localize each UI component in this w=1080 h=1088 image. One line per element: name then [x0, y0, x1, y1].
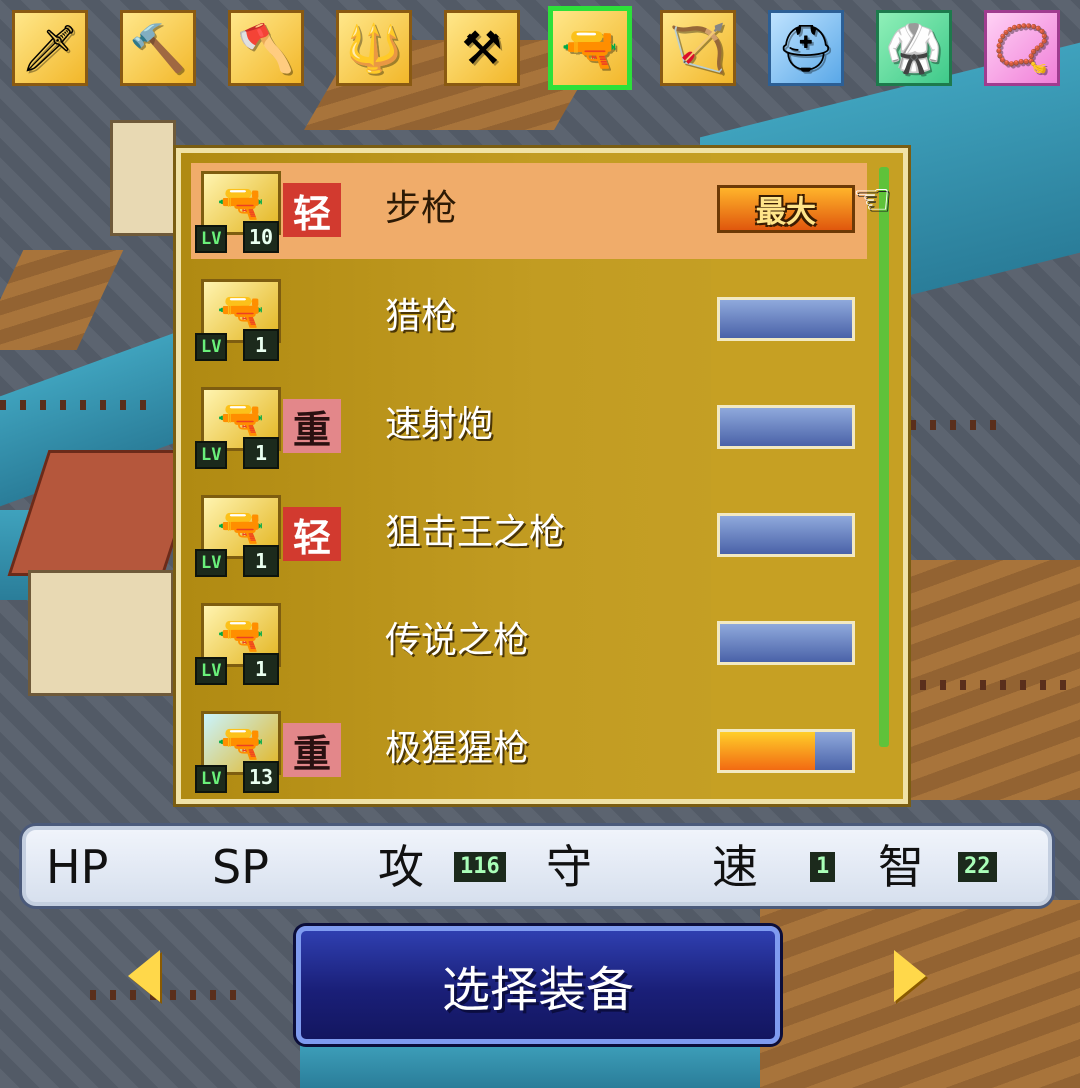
weight-tag: 轻 [283, 507, 341, 561]
tab-3[interactable]: 🔱 [336, 10, 412, 86]
hp-label: HP [46, 840, 109, 894]
level-value: 10 [243, 221, 279, 253]
armor-icon: 🥋 [885, 21, 943, 75]
weight-tag: 重 [283, 399, 341, 453]
tab-8[interactable]: 🥋 [876, 10, 952, 86]
item-name: 极猩猩枪 [385, 728, 530, 769]
weight-tag: 轻 [283, 183, 341, 237]
equipment-row[interactable]: 🔫 LV 1 轻 狙击王之枪 [191, 487, 867, 583]
select-equipment-label: 选择装备 [441, 962, 634, 1018]
sword-icon: 🗡 [20, 21, 80, 75]
level-value: 1 [243, 437, 279, 469]
tab-0[interactable]: 🗡 [12, 10, 88, 86]
level-value: 1 [243, 545, 279, 577]
experience-bar [717, 729, 855, 773]
helmet-icon: ⛑ [776, 21, 836, 75]
equipment-row[interactable]: 🔫 LV 10 轻 步枪 最大 [191, 163, 867, 259]
weight-tag: 重 [283, 723, 341, 777]
select-equipment-button[interactable]: 选择装备 [296, 926, 780, 1044]
level-label: LV [195, 657, 228, 685]
tab-9[interactable]: 📿 [984, 10, 1060, 86]
hammer-icon: ⚒ [461, 21, 503, 75]
item-name: 狙击王之枪 [385, 512, 566, 553]
level-label: LV [195, 549, 228, 577]
equipment-row[interactable]: 🔫 LV 1 重 速射炮 [191, 379, 867, 475]
max-badge: 最大 [717, 185, 855, 233]
equipment-row[interactable]: 🔫 LV 13 重 极猩猩枪 [191, 703, 867, 799]
experience-bar [717, 297, 855, 341]
previous-arrow-icon[interactable] [128, 950, 160, 1002]
max-label: 最大 [756, 195, 816, 230]
bow-icon: 🏹 [669, 21, 727, 75]
intelligence-value: 22 [958, 852, 997, 882]
level-value: 1 [243, 653, 279, 685]
attack-value: 116 [454, 852, 506, 882]
gun-icon: 🔫 [561, 21, 619, 75]
tab-1[interactable]: 🔨 [120, 10, 196, 86]
tab-6[interactable]: 🏹 [660, 10, 736, 86]
level-label: LV [195, 441, 228, 469]
defense-label: 守 [546, 840, 592, 894]
mace-icon: 🔨 [129, 21, 187, 75]
experience-bar [717, 405, 855, 449]
stats-bar: HP SP 攻 116 守 速 1 智 22 [22, 826, 1052, 906]
equipment-list-panel: 🔫 LV 10 轻 步枪 最大 🔫 LV 1 猎枪 🔫 LV 1 重 速射炮 🔫… [173, 145, 911, 807]
level-value: 13 [243, 761, 279, 793]
experience-bar [717, 513, 855, 557]
equipment-row[interactable]: 🔫 LV 1 传说之枪 [191, 595, 867, 691]
item-name: 猎枪 [385, 296, 458, 337]
axe-icon: 🪓 [237, 21, 295, 75]
intelligence-label: 智 [878, 840, 924, 894]
tab-4[interactable]: ⚒ [444, 10, 520, 86]
next-arrow-icon[interactable] [894, 950, 926, 1002]
level-label: LV [195, 225, 228, 253]
item-name: 步枪 [385, 188, 458, 229]
level-value: 1 [243, 329, 279, 361]
attack-label: 攻 [378, 840, 424, 894]
item-name: 传说之枪 [385, 620, 530, 661]
list-scrollbar[interactable] [879, 167, 889, 747]
tab-2[interactable]: 🪓 [228, 10, 304, 86]
experience-bar [717, 621, 855, 665]
speed-label: 速 [712, 840, 758, 894]
level-label: LV [195, 333, 228, 361]
equipment-row[interactable]: 🔫 LV 1 猎枪 [191, 271, 867, 367]
spear-icon: 🔱 [345, 21, 403, 75]
level-label: LV [195, 765, 228, 793]
tab-5[interactable]: 🔫 [548, 6, 632, 90]
speed-value: 1 [810, 852, 836, 882]
necklace-icon: 📿 [993, 21, 1051, 75]
tab-7[interactable]: ⛑ [768, 10, 844, 86]
pointing-hand-icon: ☜ [852, 174, 892, 225]
sp-label: SP [212, 840, 269, 894]
item-name: 速射炮 [385, 404, 494, 445]
